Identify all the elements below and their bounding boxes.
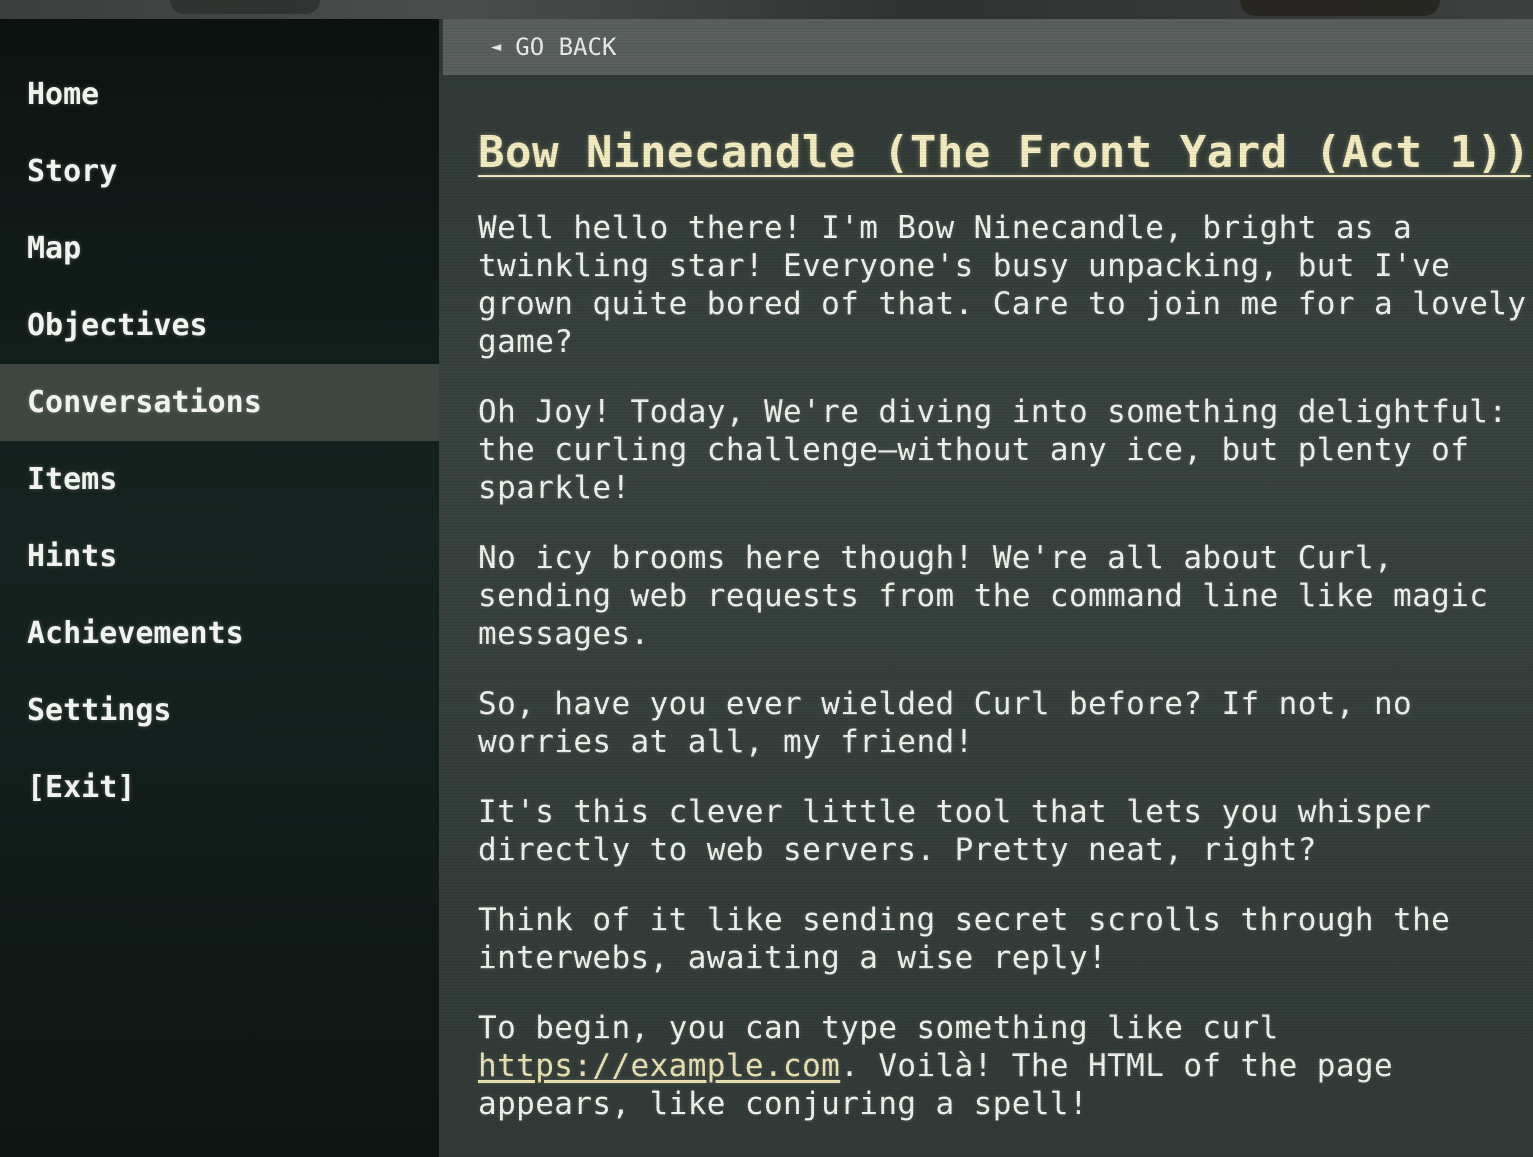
example-url-link[interactable]: https://example.com xyxy=(478,1048,840,1084)
sidebar-item-achievements[interactable]: Achievements xyxy=(0,595,439,672)
dialogue-paragraph: Well hello there! I'm Bow Ninecandle, br… xyxy=(478,210,1527,360)
conversation-panel: ◄ GO BACK Bow Ninecandle (The Front Yard… xyxy=(439,19,1533,1157)
sidebar-nav: Home Story Map Objectives Conversations … xyxy=(0,19,439,1157)
go-back-button[interactable]: ◄ GO BACK xyxy=(443,19,1533,75)
go-back-label: GO BACK xyxy=(515,33,617,61)
dialogue-paragraph: No icy brooms here though! We're all abo… xyxy=(478,540,1508,652)
sidebar-item-home[interactable]: Home xyxy=(0,56,439,133)
dialogue-paragraph: It's this clever little tool that lets y… xyxy=(478,794,1451,868)
sidebar-item-items[interactable]: Items xyxy=(0,441,439,518)
dialogue-paragraph: Think of it like sending secret scrolls … xyxy=(478,902,1470,976)
sidebar-item-story[interactable]: Story xyxy=(0,133,439,210)
dialogue-paragraph: Oh Joy! Today, We're diving into somethi… xyxy=(478,394,1527,506)
banner-art xyxy=(170,0,320,14)
conversation-title: Bow Ninecandle (The Front Yard (Act 1)) xyxy=(478,127,1531,178)
dialogue-text: To begin, you can type something like cu… xyxy=(478,1010,1298,1046)
sidebar-item-hints[interactable]: Hints xyxy=(0,518,439,595)
sidebar-item-settings[interactable]: Settings xyxy=(0,672,439,749)
banner-art xyxy=(1240,0,1440,16)
conversation-content: Bow Ninecandle (The Front Yard (Act 1)) … xyxy=(478,121,1531,1155)
sidebar-item-exit[interactable]: [Exit] xyxy=(0,749,439,826)
left-triangle-icon: ◄ xyxy=(491,37,502,57)
dialogue-paragraph-with-link: To begin, you can type something like cu… xyxy=(478,1009,1528,1123)
dialogue-paragraph: So, have you ever wielded Curl before? I… xyxy=(478,686,1432,760)
top-banner-strip xyxy=(0,0,1533,20)
sidebar-item-objectives[interactable]: Objectives xyxy=(0,287,439,364)
sidebar-item-map[interactable]: Map xyxy=(0,210,439,287)
sidebar-item-conversations[interactable]: Conversations xyxy=(0,364,439,441)
